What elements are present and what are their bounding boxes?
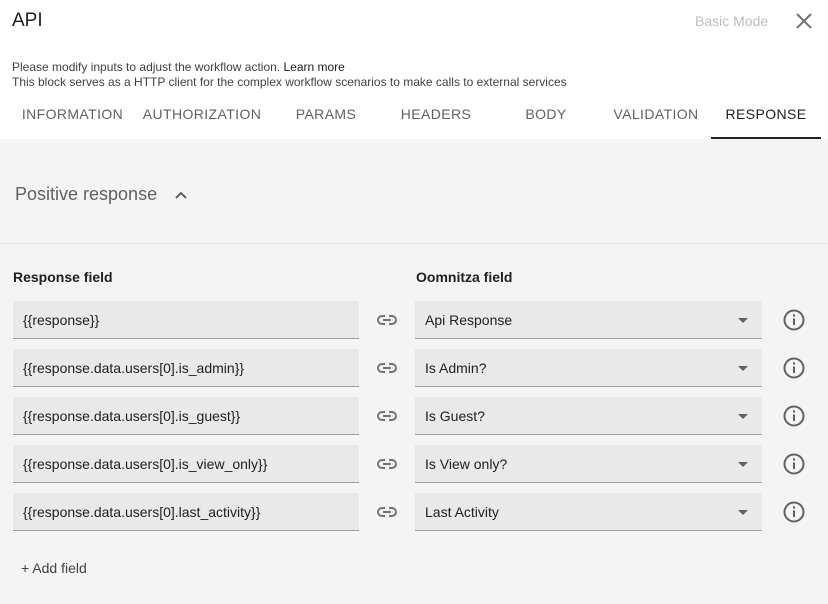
link-icon bbox=[375, 501, 399, 523]
info-icon[interactable] bbox=[782, 404, 806, 428]
description-line-2: This block serves as a HTTP client for t… bbox=[12, 75, 567, 89]
add-field-button[interactable]: + Add field bbox=[21, 560, 87, 576]
response-field-header: Response field bbox=[13, 269, 113, 285]
link-icon bbox=[375, 357, 399, 379]
tab-information[interactable]: INFORMATION bbox=[12, 95, 133, 139]
dropdown-arrow-icon bbox=[738, 318, 748, 323]
select-value: Is Admin? bbox=[425, 360, 487, 376]
link-icon bbox=[375, 405, 399, 427]
description-text: Please modify inputs to adjust the workf… bbox=[12, 60, 284, 74]
oomnitza-field-select[interactable]: Api Response bbox=[415, 301, 762, 339]
response-field-input[interactable]: {{response}} bbox=[13, 301, 359, 339]
dialog-title: API bbox=[12, 10, 43, 31]
mapping-row: {{response.data.users[0].last_activity}}… bbox=[0, 493, 828, 531]
oomnitza-field-select[interactable]: Last Activity bbox=[415, 493, 762, 531]
link-icon bbox=[375, 309, 399, 331]
mapping-row: {{response.data.users[0].is_guest}} Is G… bbox=[0, 397, 828, 435]
close-icon[interactable] bbox=[794, 11, 814, 31]
select-value: Api Response bbox=[425, 312, 513, 328]
tab-response[interactable]: RESPONSE bbox=[711, 95, 821, 139]
oomnitza-field-header: Oomnitza field bbox=[416, 269, 513, 285]
mapping-row: {{response.data.users[0].is_admin}} Is A… bbox=[0, 349, 828, 387]
link-icon bbox=[375, 453, 399, 475]
tab-body[interactable]: BODY bbox=[491, 95, 601, 139]
description-line-1: Please modify inputs to adjust the workf… bbox=[12, 60, 345, 74]
response-field-input[interactable]: {{response.data.users[0].is_admin}} bbox=[13, 349, 359, 387]
select-value: Is View only? bbox=[425, 456, 508, 472]
tab-params[interactable]: PARAMS bbox=[271, 95, 381, 139]
dropdown-arrow-icon bbox=[738, 414, 748, 419]
basic-mode-button[interactable]: Basic Mode bbox=[695, 13, 768, 29]
response-field-input[interactable]: {{response.data.users[0].last_activity}} bbox=[13, 493, 359, 531]
section-title: Positive response bbox=[15, 184, 158, 204]
section-divider bbox=[0, 243, 828, 244]
oomnitza-field-select[interactable]: Is View only? bbox=[415, 445, 762, 483]
mapping-row: {{response}} Api Response bbox=[0, 301, 828, 339]
info-icon[interactable] bbox=[782, 308, 806, 332]
response-field-input[interactable]: {{response.data.users[0].is_view_only}} bbox=[13, 445, 359, 483]
chevron-up-icon[interactable] bbox=[173, 187, 189, 203]
select-value: Is Guest? bbox=[425, 408, 485, 424]
learn-more-link[interactable]: Learn more bbox=[283, 60, 344, 74]
dropdown-arrow-icon bbox=[738, 366, 748, 371]
tab-validation[interactable]: VALIDATION bbox=[601, 95, 711, 139]
tab-authorization[interactable]: AUTHORIZATION bbox=[141, 95, 263, 139]
info-icon[interactable] bbox=[782, 500, 806, 524]
response-field-input[interactable]: {{response.data.users[0].is_guest}} bbox=[13, 397, 359, 435]
dropdown-arrow-icon bbox=[738, 510, 748, 515]
info-icon[interactable] bbox=[782, 356, 806, 380]
oomnitza-field-select[interactable]: Is Admin? bbox=[415, 349, 762, 387]
oomnitza-field-select[interactable]: Is Guest? bbox=[415, 397, 762, 435]
dropdown-arrow-icon bbox=[738, 462, 748, 467]
tab-headers[interactable]: HEADERS bbox=[381, 95, 491, 139]
tab-bar: INFORMATION AUTHORIZATION PARAMS HEADERS… bbox=[0, 95, 828, 139]
response-panel: Positive response Response field Oomnitz… bbox=[0, 139, 828, 604]
mapping-row: {{response.data.users[0].is_view_only}} … bbox=[0, 445, 828, 483]
select-value: Last Activity bbox=[425, 504, 499, 520]
info-icon[interactable] bbox=[782, 452, 806, 476]
